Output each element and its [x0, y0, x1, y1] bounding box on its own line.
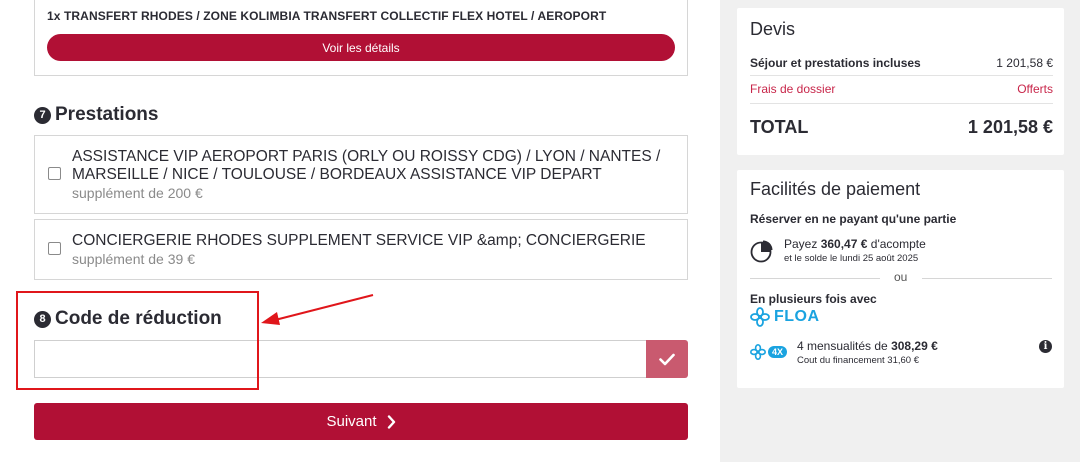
deposit-prefix: Payez: [784, 237, 818, 251]
payment-card: Facilités de paiement Réserver en ne pay…: [737, 170, 1064, 388]
divider: [750, 278, 880, 279]
or-separator: ou: [894, 270, 908, 284]
step-number: 7: [34, 106, 51, 124]
payment-title: Facilités de paiement: [750, 179, 921, 199]
balance-text: et le solde le lundi 25 août 2025: [784, 253, 919, 264]
transfer-summary: 1x TRANSFERT RHODES / ZONE KOLIMBIA TRAN…: [34, 0, 688, 76]
deposit-suffix: d'acompte: [870, 237, 926, 251]
next-button[interactable]: Suivant: [34, 403, 688, 440]
info-icon[interactable]: i: [1039, 340, 1052, 353]
installments-prefix: 4 mensualités de: [797, 339, 888, 353]
installments-line: 4 mensualités de 308,29 €: [797, 339, 938, 353]
quote-row: Frais de dossier Offerts: [750, 82, 1053, 96]
installments-amount: 308,29 €: [891, 339, 938, 353]
total-value: 1 201,58 €: [967, 117, 1053, 137]
floa-flower-icon: [750, 307, 770, 327]
section-title: Prestations: [55, 104, 159, 125]
installments-badge: 4X: [768, 346, 788, 358]
divider: [750, 103, 1053, 104]
option-label: CONCIERGERIE RHODES SUPPLEMENT SERVICE V…: [72, 232, 646, 249]
quote-row: Séjour et prestations incluses 1 201,58 …: [750, 56, 1053, 70]
option-price: supplément de 200 €: [72, 185, 203, 201]
partial-payment-title: Réserver en ne payant qu'une partie: [750, 212, 957, 226]
chevron-right-icon: [387, 414, 395, 429]
row-label: Séjour et prestations incluses: [750, 56, 921, 70]
transfer-title: 1x TRANSFERT RHODES / ZONE KOLIMBIA TRAN…: [47, 9, 607, 23]
financing-cost: Cout du financement 31,60 €: [797, 355, 920, 366]
floa-logo: FLOA: [750, 307, 820, 327]
apply-code-button[interactable]: [646, 340, 688, 378]
annotation-arrow: [261, 294, 374, 325]
page: 1x TRANSFERT RHODES / ZONE KOLIMBIA TRAN…: [0, 0, 1080, 462]
prestation-option: CONCIERGERIE RHODES SUPPLEMENT SERVICE V…: [34, 219, 688, 280]
deposit-line: Payez 360,47 € d'acompte: [784, 237, 926, 251]
total-label: TOTAL: [750, 117, 809, 137]
floa-flower-icon: [750, 344, 766, 360]
annotation-highlight-box: [16, 291, 259, 390]
booking-form: 1x TRANSFERT RHODES / ZONE KOLIMBIA TRAN…: [0, 0, 720, 462]
next-button-label: Suivant: [326, 413, 377, 430]
see-details-button[interactable]: Voir les détails: [47, 34, 675, 61]
prestation-option: ASSISTANCE VIP AEROPORT PARIS (ORLY OU R…: [34, 135, 688, 214]
check-icon: [659, 353, 675, 365]
row-value: Offerts: [1017, 82, 1053, 96]
option-checkbox[interactable]: [48, 167, 61, 180]
pie-chart-icon: [750, 240, 773, 263]
deposit-amount: 360,47 €: [820, 237, 868, 251]
sidebar: Devis Séjour et prestations incluses 1 2…: [720, 0, 1080, 462]
option-checkbox[interactable]: [48, 242, 61, 255]
option-label: ASSISTANCE VIP AEROPORT PARIS (ORLY OU R…: [72, 148, 661, 183]
quote-title: Devis: [750, 19, 796, 39]
row-value: 1 201,58 €: [996, 56, 1053, 70]
divider: [922, 278, 1052, 279]
installments-icon: 4X: [750, 344, 788, 360]
row-label: Frais de dossier: [750, 82, 836, 96]
installments-title: En plusieurs fois avec: [750, 292, 877, 306]
divider: [750, 75, 1053, 76]
floa-logo-text: FLOA: [774, 308, 820, 325]
option-price: supplément de 39 €: [72, 251, 195, 267]
total-row: TOTAL 1 201,58 €: [750, 117, 1053, 138]
quote-card: Devis Séjour et prestations incluses 1 2…: [737, 8, 1064, 155]
prestations-heading: 7 Prestations: [34, 104, 158, 126]
